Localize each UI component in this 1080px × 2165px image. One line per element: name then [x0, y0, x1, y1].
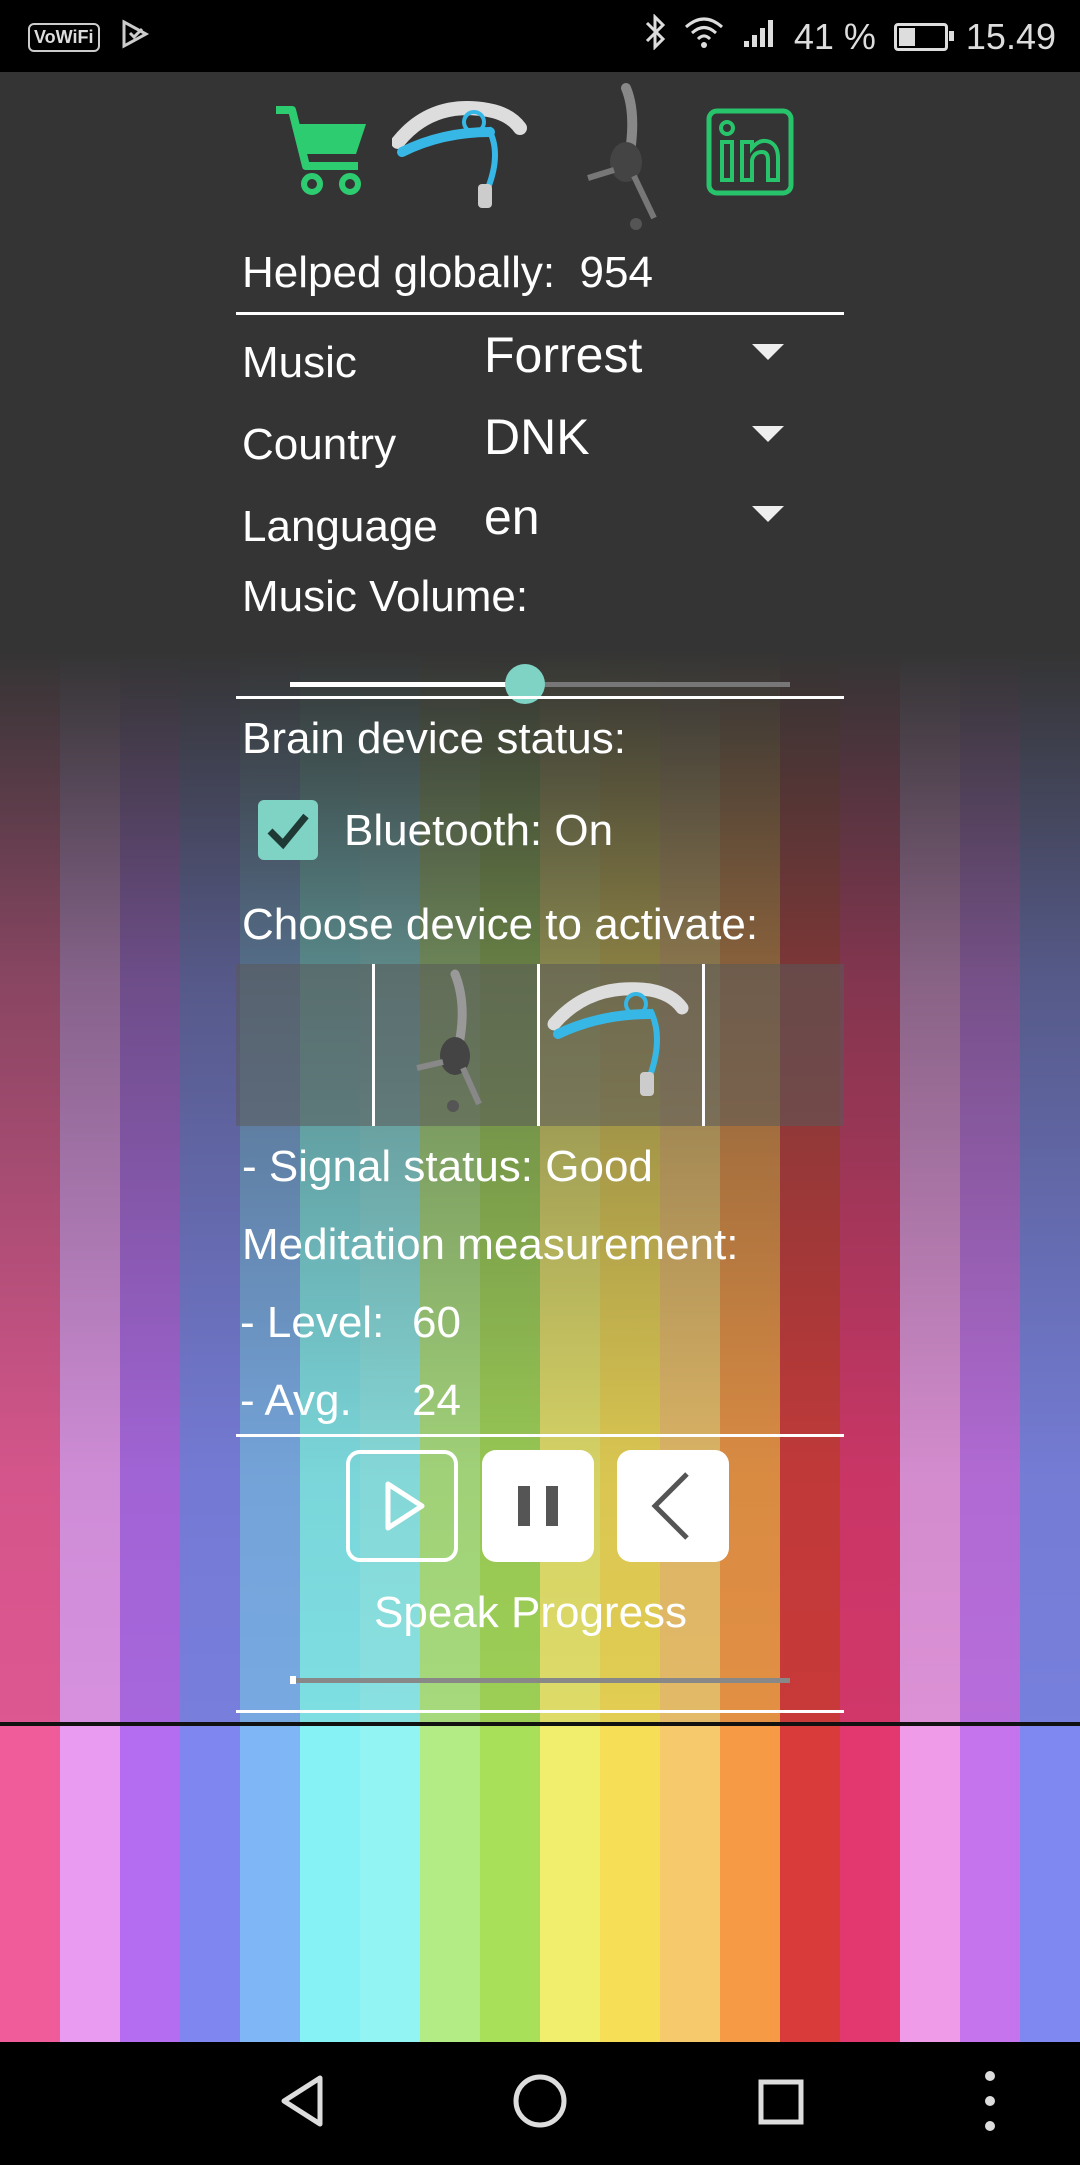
pause-icon	[518, 1486, 558, 1526]
meditation-title: Meditation measurement:	[242, 1220, 739, 1269]
headband-device-icon	[547, 982, 689, 1096]
language-label: Language	[242, 502, 438, 551]
meditation-level-label: - Level:	[240, 1298, 385, 1347]
navigation-bar	[0, 2042, 1080, 2160]
cart-icon[interactable]	[272, 102, 372, 207]
bluetooth-status-label: Bluetooth: On	[344, 806, 614, 855]
stripe	[840, 1726, 900, 2042]
headset-device-icon	[416, 969, 482, 1112]
dropdown-arrow-icon	[752, 506, 784, 522]
progress-fill	[290, 1676, 296, 1684]
progress-track	[290, 1678, 790, 1683]
meditation-level-value: 60	[412, 1298, 461, 1347]
music-label: Music	[242, 338, 357, 387]
more-vertical-icon	[985, 2071, 995, 2131]
device-selector	[236, 964, 844, 1126]
language-selected-value: en	[484, 489, 540, 545]
battery-icon	[893, 22, 954, 51]
clock: 15.49	[965, 15, 1056, 57]
helped-label: Helped globally:	[242, 248, 556, 297]
language-dropdown[interactable]: en	[484, 488, 784, 552]
stripe	[120, 1726, 180, 2042]
device-option-empty[interactable]	[236, 964, 372, 1126]
country-selected-value: DNK	[484, 409, 590, 465]
back-button[interactable]	[617, 1450, 729, 1562]
music-dropdown[interactable]: Forrest	[484, 326, 784, 390]
bluetooth-checkbox[interactable]	[258, 800, 318, 860]
slider-progress	[290, 682, 525, 687]
speak-progress-label: Speak Progress	[374, 1588, 688, 1637]
stripe	[780, 1726, 840, 2042]
speak-progress-bar	[290, 1676, 790, 1684]
play-button[interactable]	[346, 1450, 458, 1562]
stripe	[600, 1726, 660, 2042]
recents-square-icon	[758, 2079, 804, 2125]
stripe	[900, 1726, 960, 2042]
dropdown-arrow-icon	[752, 344, 784, 360]
nav-home-button[interactable]	[480, 2042, 600, 2160]
back-triangle-icon	[281, 2075, 323, 2127]
vowifi-indicator: VoWiFi	[28, 22, 100, 52]
signal-status: - Signal status: Good	[242, 1142, 653, 1191]
brain-device-status-title: Brain device status:	[242, 714, 626, 763]
stripe	[240, 1726, 300, 2042]
helped-count: 954	[579, 248, 653, 297]
home-circle-icon	[513, 2074, 567, 2128]
nav-recents-button[interactable]	[720, 2042, 840, 2160]
stripe	[1020, 1726, 1080, 2042]
pause-button[interactable]	[482, 1450, 594, 1562]
divider	[236, 312, 844, 315]
linkedin-icon[interactable]	[706, 108, 794, 201]
play-store-notification-icon	[120, 16, 150, 58]
stripe	[480, 1726, 540, 2042]
meditation-avg-value: 24	[412, 1376, 461, 1425]
device-option-empty-2[interactable]	[705, 964, 844, 1126]
nav-more-button[interactable]	[930, 2042, 1050, 2160]
stripe	[180, 1726, 240, 2042]
country-label: Country	[242, 420, 397, 469]
chevron-left-icon	[651, 1472, 689, 1540]
stripe	[0, 1726, 60, 2042]
divider	[236, 1434, 844, 1437]
bluetooth-icon	[644, 13, 666, 59]
stripe	[360, 1726, 420, 2042]
status-bar: VoWiFi 41 % 15.49	[0, 0, 1080, 72]
checkmark-icon	[267, 813, 309, 850]
headset-device-icon[interactable]	[574, 82, 670, 237]
device-option-headset[interactable]	[375, 964, 537, 1126]
stripe	[660, 1726, 720, 2042]
divider	[236, 696, 844, 699]
music-selected-value: Forrest	[484, 327, 643, 383]
meditation-avg-label: - Avg.	[240, 1376, 352, 1425]
choose-device-label: Choose device to activate:	[242, 900, 759, 949]
stripe	[60, 1726, 120, 2042]
helped-globally-label: Helped globally: 954	[242, 248, 653, 298]
stripe	[540, 1726, 600, 2042]
play-icon	[385, 1481, 425, 1531]
country-dropdown[interactable]: DNK	[484, 408, 784, 472]
stripe	[960, 1726, 1020, 2042]
headband-device-icon[interactable]	[391, 92, 528, 217]
stripe	[720, 1726, 780, 2042]
wifi-icon	[684, 16, 724, 58]
rainbow-visualizer	[0, 1722, 1080, 2042]
app-screen: Helped globally: 954 Music Forrest Count…	[0, 72, 1080, 2042]
stripe	[420, 1726, 480, 2042]
stripe	[300, 1726, 360, 2042]
dropdown-arrow-icon	[752, 426, 784, 442]
top-icon-bar	[0, 72, 1080, 230]
music-volume-label: Music Volume:	[242, 572, 529, 621]
divider	[236, 1710, 844, 1713]
battery-percent: 41 %	[793, 15, 876, 57]
device-option-headband[interactable]	[540, 964, 702, 1126]
nav-back-button[interactable]	[242, 2042, 362, 2160]
signal-icon	[742, 16, 776, 58]
